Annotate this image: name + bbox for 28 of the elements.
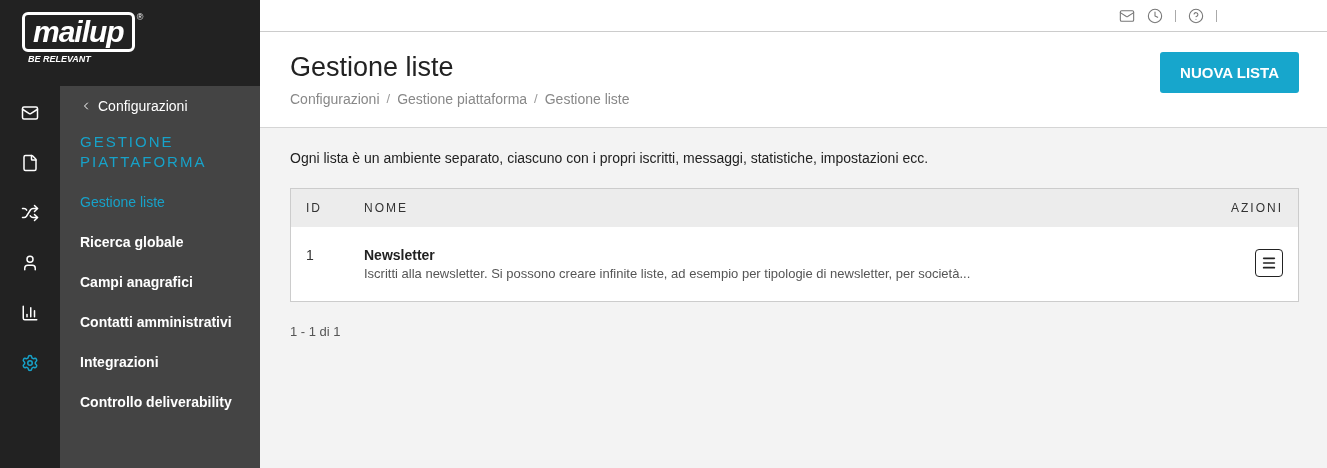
- list-description: Iscritti alla newsletter. Si possono creare infinite liste, ad esempio per tipologie di newsletter, per società...: [364, 266, 972, 281]
- page-title: Gestione liste: [290, 52, 455, 83]
- clock-icon[interactable]: [1147, 7, 1163, 24]
- submenu-item[interactable]: Contatti amministrativi: [80, 302, 245, 342]
- id-cell-text: 1: [306, 247, 315, 263]
- submenu-item[interactable]: Integrazioni: [80, 342, 245, 382]
- help-icon[interactable]: [1188, 7, 1204, 24]
- logo-wordmark: mailup: [22, 12, 135, 52]
- menu-icon: [1261, 255, 1277, 271]
- section-heading: GESTIONE PIATTAFORMA: [80, 132, 208, 172]
- submenu-item[interactable]: Campi anagrafici: [80, 262, 245, 302]
- submenu-item[interactable]: Controllo deliverability: [80, 382, 245, 422]
- registered-mark: ®: [136, 12, 144, 22]
- submenu-item[interactable]: Ricerca globale: [80, 222, 245, 262]
- breadcrumb-link[interactable]: Configurazioni: [290, 91, 380, 107]
- back-link[interactable]: Configurazioni: [80, 96, 260, 116]
- intro-text: Ogni lista è un ambiente separato, ciascuno con i propri iscritti, messaggi, statistiche, impostazioni ecc.: [290, 150, 930, 166]
- column-header: ID: [306, 201, 323, 215]
- breadcrumb-separator: /: [533, 91, 539, 107]
- actions-menu-button[interactable]: [1255, 249, 1283, 277]
- column-header: AZIONI: [1230, 201, 1283, 215]
- breadcrumb-link[interactable]: Gestione liste: [544, 91, 630, 107]
- list-name: Newsletter: [364, 247, 436, 263]
- logo-tagline: BE RELEVANT: [28, 54, 93, 64]
- pagination-info: 1 - 1 di 1: [290, 324, 342, 339]
- breadcrumb-separator: /: [385, 91, 392, 107]
- column-header: NOME: [364, 201, 409, 215]
- breadcrumb-link[interactable]: Gestione piattaforma: [397, 91, 528, 107]
